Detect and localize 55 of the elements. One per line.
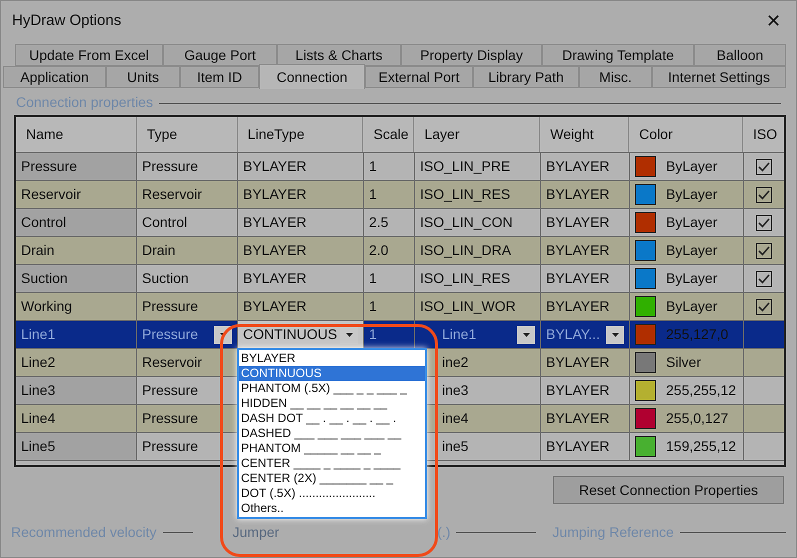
layer-text: ine3 <box>442 381 468 400</box>
color-label: ByLayer <box>666 213 718 232</box>
type-text: Pressure <box>142 437 198 456</box>
type-text: Pressure <box>142 157 198 176</box>
layer-text: ISO_LIN_CON <box>420 213 513 232</box>
table-cell: Line5 <box>16 433 137 460</box>
weight-text: BYLAYER <box>546 297 610 316</box>
type-text: Drain <box>142 241 176 260</box>
type-text: Suction <box>142 269 189 288</box>
type-text: Reservoir <box>142 185 202 204</box>
group-title: (.) <box>437 523 450 542</box>
table-cell: Suction <box>16 265 137 292</box>
type-text: Reservoir <box>142 353 202 372</box>
color-label: ByLayer <box>666 241 718 260</box>
layer-text: ISO_LIN_RES <box>420 185 510 204</box>
layer-text: ISO_LIN_WOR <box>420 297 516 316</box>
weight-text: BYLAYER <box>546 241 610 260</box>
weight-text: BYLAYER <box>546 353 610 372</box>
weight-text: BYLAYER <box>546 185 610 204</box>
color-label: ByLayer <box>666 269 718 288</box>
type-text: Pressure <box>142 381 198 400</box>
weight-text: BYLAYER <box>546 437 610 456</box>
table-cell: Line3 <box>16 377 137 404</box>
weight-text: BYLAY... <box>546 325 600 344</box>
table-cell: Control <box>16 209 137 236</box>
color-label: ByLayer <box>666 185 718 204</box>
group-title: Jumper <box>232 523 280 542</box>
layer-text: ine5 <box>442 437 468 456</box>
type-text: Control <box>142 213 188 232</box>
weight-text: BYLAYER <box>546 269 610 288</box>
group-title: Jumping Reference <box>552 523 674 542</box>
type-text: Pressure <box>142 297 198 316</box>
color-label: 159,255,12 <box>666 437 736 456</box>
weight-text: BYLAYER <box>546 213 610 232</box>
weight-text: BYLAYER <box>546 409 610 428</box>
color-label: Silver <box>666 353 702 372</box>
layer-text: ISO_LIN_DRA <box>420 241 512 260</box>
group-title: Connection properties <box>16 92 153 112</box>
color-label: 255,255,12 <box>666 381 736 400</box>
color-label: ByLayer <box>666 157 718 176</box>
layer-text: ine4 <box>442 409 468 428</box>
color-label: 255,127,0 <box>666 325 728 344</box>
color-label: ByLayer <box>666 297 718 316</box>
layer-text: ine2 <box>442 353 468 372</box>
weight-text: BYLAYER <box>546 381 610 400</box>
window-title: HyDraw Options <box>12 10 122 31</box>
type-text: Pressure <box>142 409 198 428</box>
group-title: Recommended velocity <box>11 523 157 542</box>
weight-text: BYLAYER <box>546 157 610 176</box>
layer-text: ISO_LIN_PRE <box>420 157 510 176</box>
type-text: Pressure <box>142 325 198 344</box>
color-label: 255,0,127 <box>666 409 728 428</box>
table-cell: Pressure <box>16 153 137 180</box>
layer-text: ISO_LIN_RES <box>420 269 510 288</box>
layer-text: Line1 <box>442 325 476 344</box>
